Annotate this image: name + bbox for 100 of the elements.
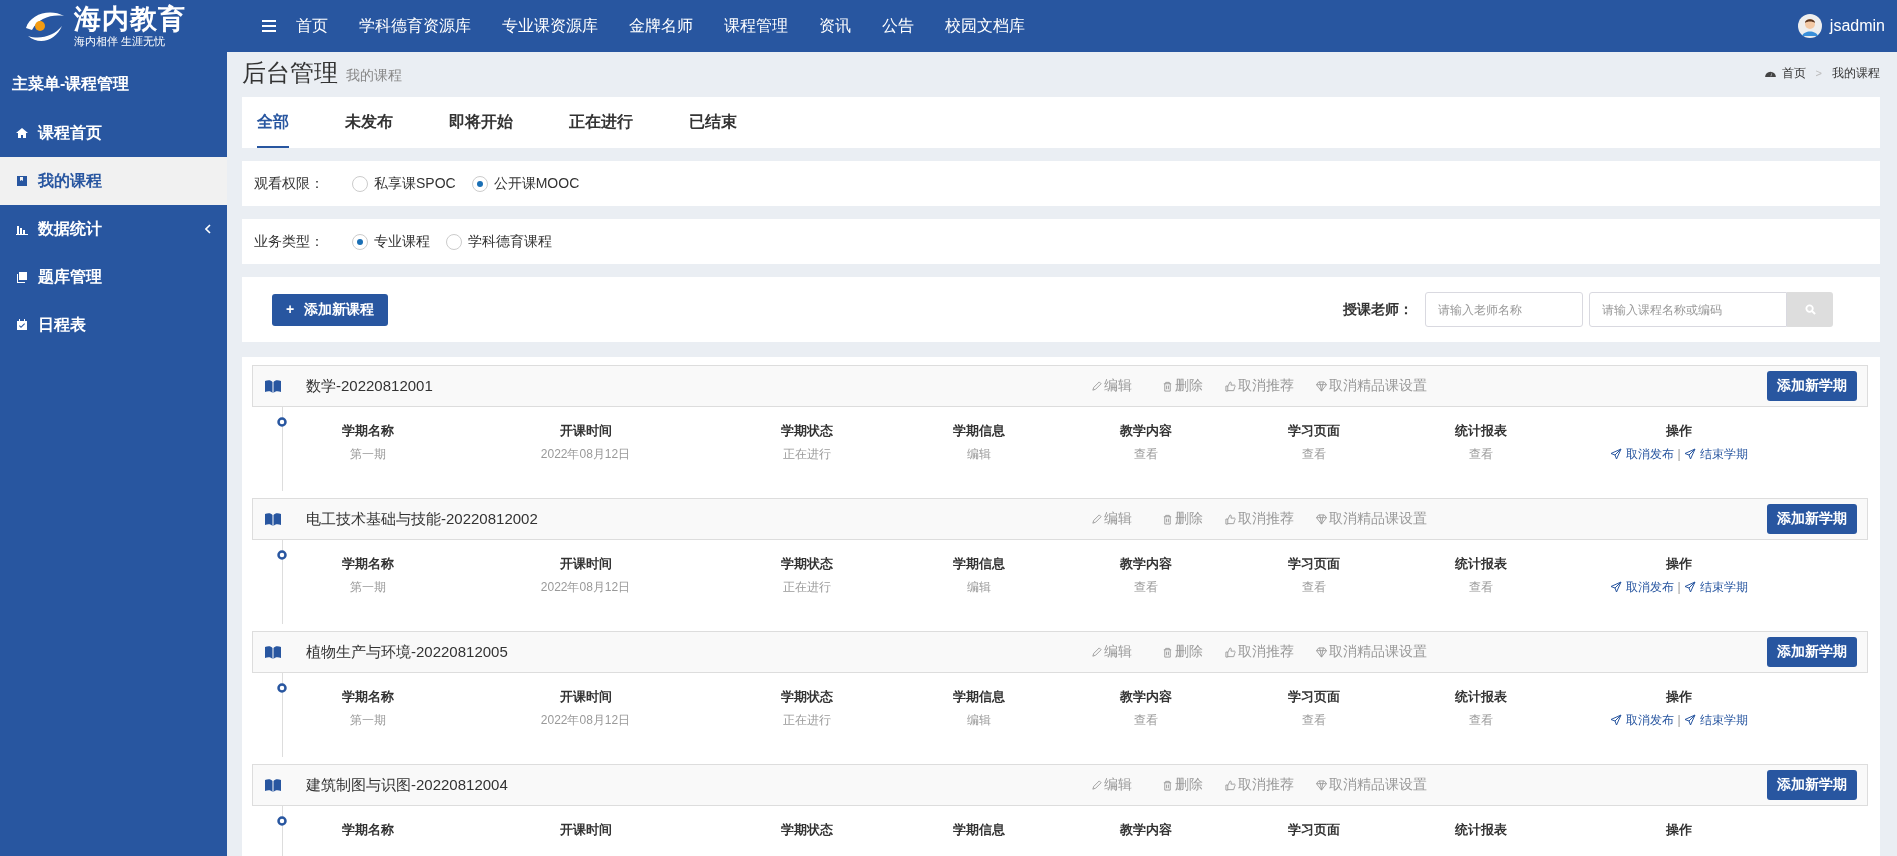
operation-link[interactable]: 取消发布 <box>1610 711 1675 729</box>
bar-chart-icon <box>16 223 28 235</box>
sidebar-item[interactable]: 数据统计 <box>0 205 227 253</box>
column-header: 学习页面 <box>1286 821 1341 839</box>
column-header: 教学内容 <box>1119 555 1173 573</box>
teacher-field[interactable]: 请输入老师名称 <box>1425 292 1583 327</box>
add-term-button[interactable]: 添加新学期 <box>1767 371 1857 401</box>
column-header: 开课时间 <box>558 688 613 706</box>
column-header: 学习页面 <box>1286 422 1341 440</box>
pencil-icon <box>1091 380 1102 392</box>
radio-option[interactable]: 私享课SPOC <box>352 174 456 193</box>
nav-link[interactable]: 校园文档库 <box>945 15 1025 37</box>
nav-link[interactable]: 资讯 <box>819 15 851 37</box>
open-book-icon <box>265 645 281 659</box>
column-header: 学期名称 <box>341 422 395 440</box>
book-icon <box>16 175 28 187</box>
column-header: 操作 <box>1665 555 1693 573</box>
nav-link[interactable]: 课程管理 <box>724 15 788 37</box>
table-cell-text: 正在进行 <box>781 711 832 729</box>
nav-link[interactable]: 首页 <box>296 15 328 37</box>
sidebar-title: 主菜单-课程管理 <box>11 74 131 94</box>
column-header: 学期名称 <box>341 821 395 839</box>
table-cell-text: 第一期 <box>349 578 387 596</box>
diamond-icon <box>1316 779 1327 791</box>
tab[interactable]: 全部 <box>257 97 289 148</box>
add-term-button[interactable]: 添加新学期 <box>1767 770 1857 800</box>
operation-link[interactable]: 结束学期 <box>1683 445 1748 463</box>
timeline-node-icon <box>277 550 287 560</box>
nav-link[interactable]: 公告 <box>882 15 914 37</box>
page-title: 后台管理 <box>242 58 338 88</box>
timeline-node-icon <box>277 816 287 826</box>
column-header: 操作 <box>1665 688 1693 706</box>
column-header: 开课时间 <box>558 821 613 839</box>
avatar-icon[interactable] <box>1797 14 1822 38</box>
open-book-icon <box>265 512 281 526</box>
column-header: 学期名称 <box>341 555 395 573</box>
open-book-icon <box>265 778 281 792</box>
table-cell-text: 2022年08月12日 <box>539 711 632 729</box>
trash-icon <box>1162 779 1173 791</box>
brand-name: 海内教育 <box>74 5 186 33</box>
filter-label: 业务类型： <box>254 232 325 251</box>
teacher-label: 授课老师： <box>1343 300 1413 319</box>
sidebar-item[interactable]: 题库管理 <box>0 253 227 301</box>
breadcrumb-link[interactable]: 首页 <box>1781 64 1806 82</box>
radio-option[interactable]: 专业课程 <box>352 232 430 251</box>
table-cell-text: 2022年08月12日 <box>539 445 632 463</box>
thumbs-up-icon <box>1225 646 1236 658</box>
operation-link[interactable]: 取消发布 <box>1610 578 1675 596</box>
course-title[interactable]: 数学-20220812001 <box>306 376 433 396</box>
add-term-button[interactable]: 添加新学期 <box>1767 504 1857 534</box>
course-title[interactable]: 建筑制图与识图-20220812004 <box>306 775 508 795</box>
breadcrumb-text: 我的课程 <box>1832 64 1880 82</box>
radio-option[interactable]: 学科德育课程 <box>446 232 552 251</box>
table-cell-text: 正在进行 <box>781 578 832 596</box>
thumbs-up-icon <box>1225 513 1236 525</box>
column-header: 统计报表 <box>1454 688 1508 706</box>
operation-link[interactable]: 取消发布 <box>1610 445 1675 463</box>
paper-plane-icon <box>1610 714 1623 726</box>
paper-plane-icon <box>1683 448 1696 460</box>
tab[interactable]: 即将开始 <box>449 97 513 148</box>
tab[interactable]: 正在进行 <box>569 97 633 148</box>
table-cell-text: 第一期 <box>349 711 387 729</box>
column-header: 学期信息 <box>951 422 1006 440</box>
column-header: 开课时间 <box>558 422 613 440</box>
breadcrumb-separator: > <box>1815 67 1822 79</box>
page-subtitle: 我的课程 <box>346 67 402 85</box>
column-header: 学习页面 <box>1286 688 1341 706</box>
table-cell-text: 第一期 <box>349 445 387 463</box>
nav-link[interactable]: 专业课资源库 <box>502 15 598 37</box>
radio-option[interactable]: 公开课MOOC <box>471 174 580 193</box>
operation-link[interactable]: 结束学期 <box>1683 711 1748 729</box>
column-header: 学习页面 <box>1286 555 1341 573</box>
column-header: 教学内容 <box>1119 688 1173 706</box>
sidebar-item[interactable]: 日程表 <box>0 301 227 349</box>
sidebar-item[interactable]: 我的课程 <box>0 157 227 205</box>
operation-link[interactable]: 结束学期 <box>1683 578 1748 596</box>
brand-slogan: 海内相伴 生涯无忧 <box>74 35 167 47</box>
menu-icon[interactable] <box>262 20 276 32</box>
search-field[interactable]: 请输入课程名称或编码 <box>1589 292 1787 327</box>
course-title[interactable]: 电工技术基础与技能-20220812002 <box>306 509 538 529</box>
user-name[interactable]: jsadmin <box>1829 17 1885 35</box>
filter-label: 观看权限： <box>254 174 325 193</box>
add-course-button[interactable]: + 添加新课程 <box>272 293 389 326</box>
column-header: 开课时间 <box>558 555 613 573</box>
course-title[interactable]: 植物生产与环境-20220812005 <box>306 642 508 662</box>
open-book-icon <box>265 379 281 393</box>
nav-link[interactable]: 学科德育资源库 <box>359 15 471 37</box>
add-term-button[interactable]: 添加新学期 <box>1767 637 1857 667</box>
trash-icon <box>1162 513 1173 525</box>
column-header: 学期信息 <box>951 821 1006 839</box>
pages-icon <box>16 271 28 283</box>
sidebar-item[interactable]: 课程首页 <box>0 109 227 157</box>
calendar-icon <box>16 319 28 331</box>
trash-icon <box>1162 380 1173 392</box>
table-cell-text: 2022年08月12日 <box>539 578 632 596</box>
column-header: 学期状态 <box>779 688 834 706</box>
column-header: 教学内容 <box>1119 821 1173 839</box>
tab[interactable]: 已结束 <box>689 97 737 148</box>
tab[interactable]: 未发布 <box>345 97 393 148</box>
nav-link[interactable]: 金牌名师 <box>629 15 693 37</box>
